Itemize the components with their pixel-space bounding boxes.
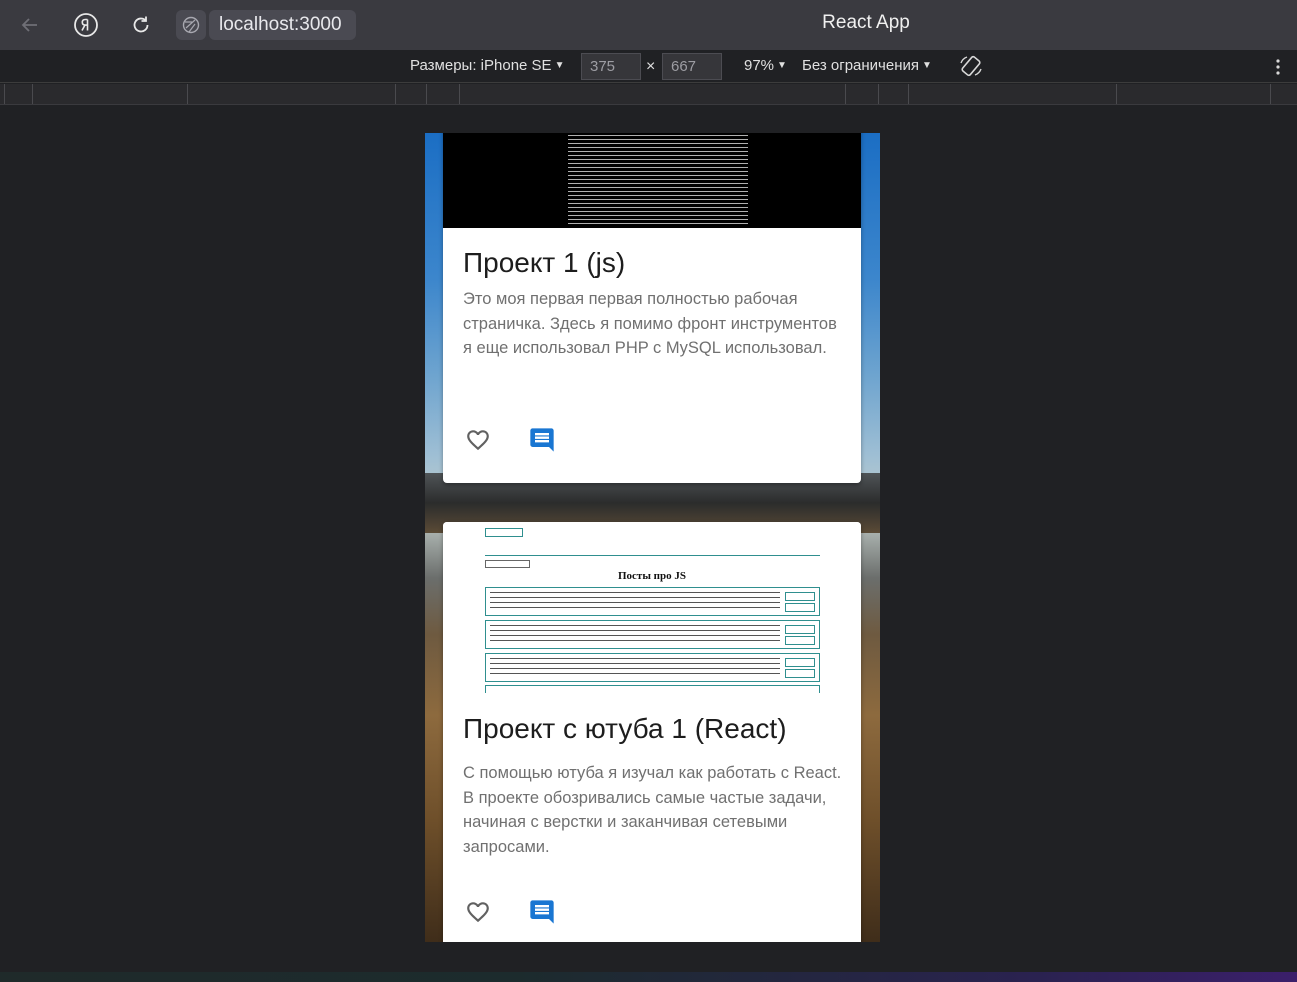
card-description: Это моя первая первая полностью рабочая … [463, 290, 837, 357]
ruler-segment [878, 84, 879, 104]
project-thumbnail [443, 133, 861, 228]
device-select[interactable]: Размеры: iPhone SE ▼ [410, 57, 564, 74]
ruler-segment [395, 84, 396, 104]
zoom-select[interactable]: 97% ▼ [744, 57, 787, 74]
chevron-down-icon: ▼ [922, 60, 932, 71]
comment-button[interactable] [526, 424, 558, 456]
thumbnail-heading: Посты про JS [617, 570, 686, 582]
yandex-button[interactable] [70, 9, 102, 41]
reload-button[interactable] [125, 9, 157, 41]
project-thumbnail: Посты про JS [443, 522, 861, 693]
height-input[interactable]: 667 [662, 53, 722, 80]
browser-toolbar: localhost:3000 React App [0, 0, 1297, 50]
thumbnail-text-block [568, 133, 748, 225]
card-title: Проект с ютуба 1 (React) [463, 713, 787, 744]
ruler-segment [4, 84, 5, 104]
chevron-down-icon: ▼ [554, 60, 565, 71]
favorite-border-icon [467, 430, 489, 451]
back-button[interactable] [14, 9, 46, 41]
rotate-icon[interactable] [958, 53, 984, 79]
thumbnail-screenshot [443, 133, 861, 228]
favorite-border-icon [467, 902, 489, 923]
ruler-segment [426, 84, 427, 104]
comment-button[interactable] [526, 896, 558, 928]
project-card: Посты про JS Проект с ютуба 1 (React) С … [443, 522, 861, 942]
zoom-label: 97% [744, 57, 775, 74]
more-vert-icon[interactable] [1268, 56, 1288, 78]
ruler-segment [32, 84, 33, 104]
chevron-down-icon: ▼ [777, 60, 787, 71]
thumbnail-post [485, 620, 820, 649]
favorite-button[interactable] [462, 896, 494, 928]
address-bar[interactable]: localhost:3000 [209, 10, 356, 40]
device-toolbar: Размеры: iPhone SE ▼ 375 × 667 97% ▼ Без о… [0, 50, 1297, 83]
dimension-separator: × [646, 58, 656, 75]
ruler-segment [845, 84, 846, 104]
thumbnail-post [485, 685, 820, 693]
comment-icon [530, 428, 554, 452]
device-viewport[interactable]: Проект 1 (js) Это моя первая первая полн… [425, 133, 880, 942]
yandex-icon [74, 13, 98, 37]
ruler-segment [459, 84, 460, 104]
card-description: С помощью ютуба я изучал как работать с … [463, 764, 842, 856]
project-card: Проект 1 (js) Это моя первая первая полн… [443, 133, 861, 483]
reload-icon [133, 16, 149, 33]
width-input[interactable]: 375 [581, 53, 641, 80]
site-info-icon [182, 16, 200, 34]
thumbnail-button [485, 528, 523, 537]
comment-icon [530, 900, 554, 924]
thumbnail-select [485, 560, 530, 568]
taskbar-edge [0, 972, 1297, 982]
thumbnail-post [485, 587, 820, 616]
throttle-label: Без ограничения [802, 57, 920, 74]
card-title: Проект 1 (js) [463, 247, 626, 278]
throttle-select[interactable]: Без ограничения ▼ [802, 57, 932, 74]
ruler-segment [1116, 84, 1117, 104]
page-title: React App [822, 12, 910, 33]
device-select-label: Размеры: iPhone SE [410, 57, 552, 74]
ruler-segment [187, 84, 188, 104]
thumbnail-post [485, 653, 820, 682]
thumbnail-input [485, 546, 820, 556]
back-arrow-icon [21, 18, 37, 32]
ruler-segment [908, 84, 909, 104]
media-query-ruler[interactable] [0, 84, 1297, 105]
ruler-segment [1270, 84, 1271, 104]
favorite-button[interactable] [462, 424, 494, 456]
site-info-button[interactable] [176, 10, 206, 40]
